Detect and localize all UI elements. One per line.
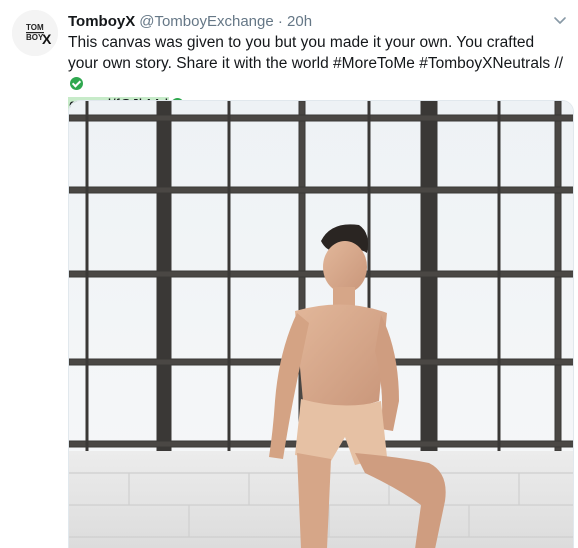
timestamp[interactable]: 20h bbox=[287, 13, 312, 30]
display-name[interactable]: TomboyX bbox=[68, 13, 135, 30]
tweet-text-separator: // bbox=[550, 55, 564, 72]
check-circle-icon bbox=[70, 77, 83, 90]
hashtag-tomboyxneutrals[interactable]: #TomboyXNeutrals bbox=[419, 55, 550, 72]
handle[interactable]: @TomboyExchange bbox=[139, 13, 273, 30]
avatar-mark: X bbox=[42, 31, 52, 47]
avatar[interactable]: TOM BOY X bbox=[12, 10, 58, 56]
separator-dot: · bbox=[277, 13, 283, 30]
tweet-header: TomboyX @TomboyExchange · 20h bbox=[68, 12, 538, 32]
hashtag-moretome[interactable]: #MoreToMe bbox=[333, 55, 415, 72]
tweet-photo[interactable] bbox=[68, 100, 574, 548]
tweet[interactable]: TOM BOY X TomboyX @TomboyExchange · 20h T… bbox=[0, 0, 578, 548]
chevron-down-icon[interactable] bbox=[552, 12, 568, 28]
